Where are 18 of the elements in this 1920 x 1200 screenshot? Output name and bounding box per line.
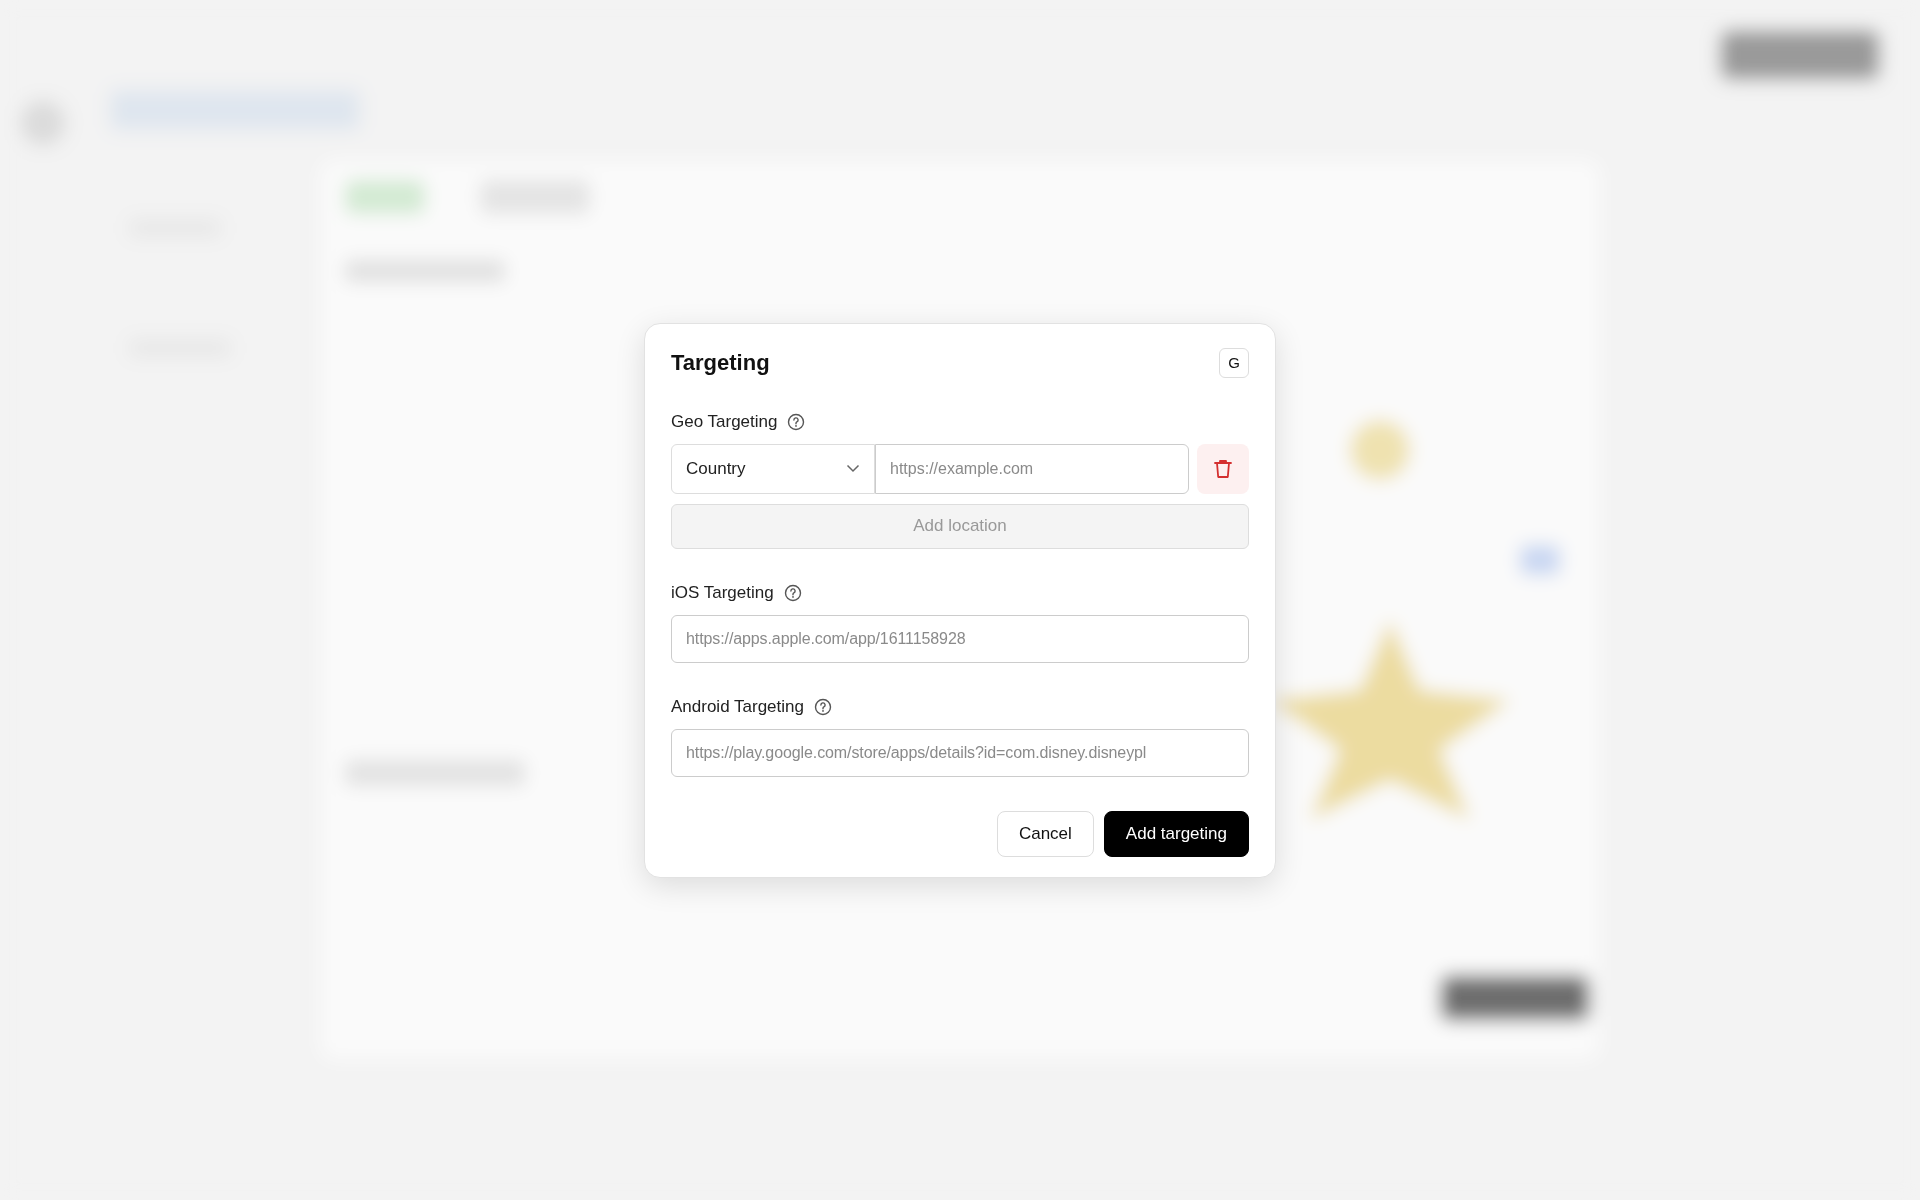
cancel-button[interactable]: Cancel xyxy=(996,810,1094,857)
field-label: Geo Targeting xyxy=(671,411,778,432)
url-input-field[interactable]: https://apps.apple.com/app/1611158928 xyxy=(671,614,1249,663)
field-label: iOS Targeting xyxy=(671,582,774,603)
url-input-field[interactable]: https://play.google.com/store/apps/details?id=com.disney.disneypl xyxy=(671,728,1249,777)
shortcut-key-button[interactable]: G xyxy=(1219,347,1249,378)
field-label: Android Targeting xyxy=(671,696,804,717)
location-input-field[interactable]: https://example.com xyxy=(875,443,1189,494)
trash-icon xyxy=(1213,457,1233,480)
location-type-select[interactable]: Country xyxy=(671,443,875,494)
delete-button[interactable] xyxy=(1197,443,1249,494)
help-icon[interactable] xyxy=(813,697,832,716)
submit-button[interactable]: Add targeting xyxy=(1103,810,1249,857)
dialog-title: Targeting xyxy=(671,349,770,376)
select-value: Country xyxy=(686,458,746,479)
help-icon[interactable] xyxy=(783,583,802,602)
help-icon[interactable] xyxy=(787,412,806,431)
chevron-down-icon xyxy=(846,464,860,473)
